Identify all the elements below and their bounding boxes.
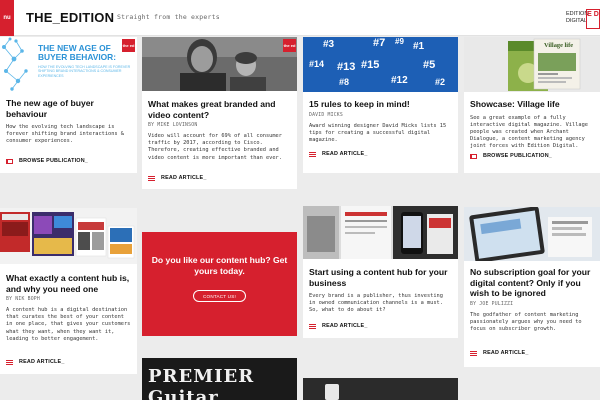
card-thumbnail <box>464 207 600 261</box>
article-card-buyer-behaviour[interactable]: THE NEW AGE OF BUYER BEHAVIOR: HOW THE E… <box>0 37 137 173</box>
menu-button[interactable]: nu <box>0 0 14 36</box>
magazine-graphic <box>508 38 581 91</box>
browse-publication-link[interactable]: BROWSE PUBLICATION_ <box>6 158 88 164</box>
card-thumbnail <box>0 208 137 264</box>
card-excerpt: Award winning designer David Micks lists… <box>309 122 447 143</box>
list-icon <box>309 323 316 329</box>
article-card-15-rules[interactable]: #3 #7 #1 #9 #14 #13 #15 #5 #8 #12 #2 15 … <box>303 37 458 173</box>
cta-label: READ ARTICLE_ <box>19 359 65 365</box>
cta-label: READ ARTICLE_ <box>322 151 368 157</box>
numbers-graphic: #3 #7 #1 #9 #14 #13 #15 #5 #8 #12 #2 <box>309 37 446 87</box>
thumb-heading: Village life <box>544 42 574 49</box>
cta-label: BROWSE PUBLICATION_ <box>19 158 88 164</box>
book-icon <box>6 158 13 164</box>
brand-mark: E D <box>586 9 600 29</box>
edition-badge: the ed <box>283 39 296 52</box>
card-thumbnail: Village life <box>464 37 600 92</box>
article-card-subscription-goal[interactable]: No subscription goal for your digital co… <box>464 207 600 367</box>
card-title[interactable]: No subscription goal for your digital co… <box>470 267 594 299</box>
card-title[interactable]: Showcase: Village life <box>470 99 594 110</box>
card-title[interactable]: What makes great branded and video conte… <box>148 99 291 120</box>
site-tagline: Straight from the experts <box>117 13 220 21</box>
edition-badge: the ed <box>122 39 135 52</box>
card-title[interactable]: Start using a content hub for your busin… <box>309 267 452 288</box>
phones-collage <box>303 206 458 259</box>
card-excerpt: Video will account for 69% of all consum… <box>148 133 282 161</box>
card-title[interactable]: The new age of buyer behaviour <box>6 98 131 119</box>
card-excerpt: How the evolving tech landscape is forev… <box>6 124 124 145</box>
article-card-village-life[interactable]: Village life Showcase: Village life See … <box>464 37 600 173</box>
card-thumbnail: #3 #7 #1 #9 #14 #13 #15 #5 #8 #12 #2 <box>303 37 458 92</box>
cta-label: BROWSE PUBLICATION_ <box>483 153 552 159</box>
card-byline: BY NIK BOPH <box>6 297 40 302</box>
edition-digital-logo[interactable]: EDITION DIGITAL E D <box>566 9 600 29</box>
card-title[interactable]: What exactly a content hub is, and why y… <box>6 273 131 294</box>
read-article-link[interactable]: READ ARTICLE_ <box>470 350 529 356</box>
article-card-bottom-phone[interactable] <box>303 378 458 400</box>
card-thumbnail: the ed <box>142 37 297 91</box>
article-card-branded-video[interactable]: the ed What makes great branded and vide… <box>142 37 297 189</box>
menu-label: nu <box>3 15 11 21</box>
card-byline: BY JOE PULIZZI <box>470 301 514 307</box>
card-byline: BY MIKE LOVINSON <box>148 123 198 128</box>
list-icon <box>470 350 477 356</box>
photo-two-men <box>142 37 297 91</box>
card-excerpt: See a great example of a fully interacti… <box>470 114 588 150</box>
read-article-link[interactable]: READ ARTICLE_ <box>309 151 368 157</box>
card-title[interactable]: 15 rules to keep in mind! <box>309 99 452 110</box>
browse-publication-link[interactable]: BROWSE PUBLICATION_ <box>470 153 552 159</box>
read-article-link[interactable]: READ ARTICLE_ <box>6 359 65 365</box>
read-article-link[interactable]: READ ARTICLE_ <box>309 323 368 329</box>
thumb-subheading: HOW THE EVOLVING TECH LANDSCAPE IS FOREV… <box>38 65 131 78</box>
thumb-heading: THE NEW AGE OF BUYER BEHAVIOR: <box>38 43 117 62</box>
contact-promo-card: Do you like our content hub? Get yours t… <box>142 232 297 336</box>
card-thumbnail: THE NEW AGE OF BUYER BEHAVIOR: HOW THE E… <box>0 37 137 93</box>
cta-label: READ ARTICLE_ <box>161 175 207 181</box>
article-card-content-hub[interactable]: What exactly a content hub is, and why y… <box>0 208 137 374</box>
list-icon <box>309 151 316 157</box>
read-article-link[interactable]: READ ARTICLE_ <box>148 175 207 181</box>
card-excerpt: The godfather of content marketing passi… <box>470 311 582 332</box>
book-icon <box>470 153 477 159</box>
site-logo[interactable]: THE_EDITION <box>26 10 114 25</box>
contact-us-button[interactable]: CONTACT US! <box>193 290 246 302</box>
premier-guitar-logo: PREMIER Guitar <box>148 366 255 400</box>
screenshots-collage <box>0 212 135 259</box>
cta-label: READ ARTICLE_ <box>483 350 529 356</box>
card-thumbnail <box>303 206 458 259</box>
card-excerpt: A content hub is a digital destination t… <box>6 307 131 342</box>
list-icon <box>148 175 155 181</box>
article-card-premier-guitar[interactable]: PREMIER Guitar <box>142 358 297 400</box>
card-byline: DAVID MICKS <box>309 112 343 118</box>
brand-text: EDITION DIGITAL <box>566 11 589 24</box>
tablet-graphic <box>464 207 600 261</box>
promo-title: Do you like our content hub? Get yours t… <box>151 255 288 276</box>
list-icon <box>6 359 13 365</box>
card-excerpt: Every brand is a publisher, thus investi… <box>309 293 443 314</box>
phone-image <box>325 384 339 400</box>
article-card-start-content-hub[interactable]: Start using a content hub for your busin… <box>303 206 458 338</box>
site-header: nu THE_EDITION Straight from the experts… <box>0 0 600 36</box>
cta-label: READ ARTICLE_ <box>322 323 368 329</box>
